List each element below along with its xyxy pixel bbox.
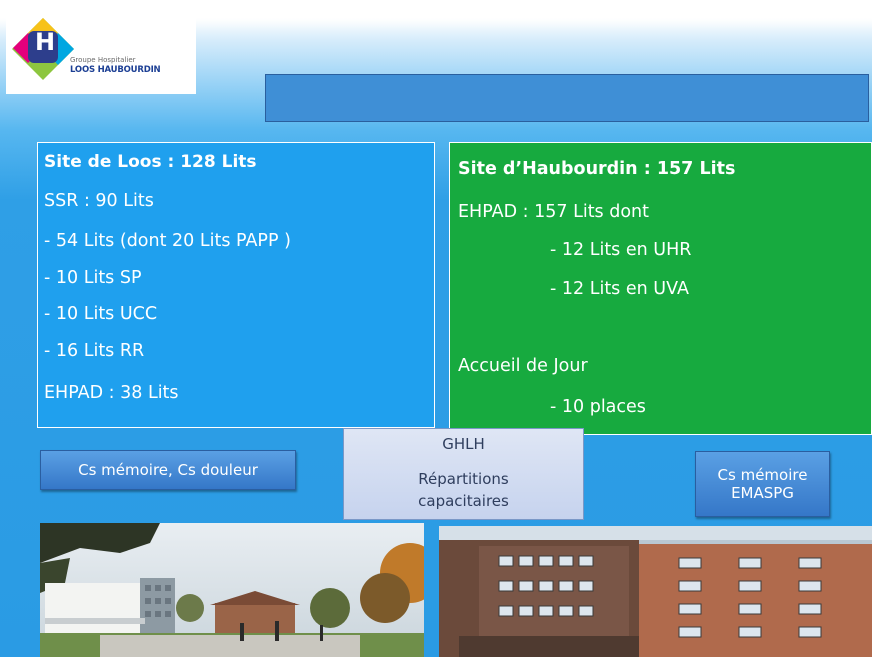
haubourdin-site-panel: Site d’Haubourdin : 157 Lits EHPAD : 157… [449, 142, 872, 435]
haubourdin-line: - 10 places [550, 397, 646, 417]
hospital-logo: H Groupe Hospitalier LOOS HAUBOURDIN [6, 16, 196, 94]
ghlh-label: GHLH [442, 435, 485, 453]
capacitaires-label: capacitaires [418, 492, 509, 510]
logo-letter: H [34, 28, 56, 56]
loos-line: - 54 Lits (dont 20 Lits PAPP ) [44, 231, 291, 251]
loos-heading: Site de Loos : 128 Lits [44, 152, 257, 172]
emaspg-label: EMASPG [731, 484, 794, 502]
repartitions-label: Répartitions [418, 470, 509, 488]
logo-name: LOOS HAUBOURDIN [70, 65, 161, 75]
title-box [265, 74, 869, 122]
logo-subtitle: Groupe Hospitalier [70, 56, 136, 64]
loos-line: - 10 Lits SP [44, 268, 142, 288]
ghlh-summary-box: GHLH Répartitions capacitaires [343, 428, 584, 520]
haubourdin-line: - 12 Lits en UVA [550, 279, 689, 299]
haubourdin-heading: Site d’Haubourdin : 157 Lits [458, 159, 736, 179]
loos-line: - 10 Lits UCC [44, 304, 158, 324]
loos-line: - 16 Lits RR [44, 341, 145, 361]
cs-memoire-emaspg-button[interactable]: Cs mémoire EMASPG [695, 451, 830, 517]
cs-memoire-label: Cs mémoire [717, 466, 808, 484]
loos-site-panel: Site de Loos : 128 Lits SSR : 90 Lits - … [37, 142, 435, 428]
haubourdin-line: EHPAD : 157 Lits dont [458, 202, 650, 222]
haubourdin-line: - 12 Lits en UHR [550, 240, 692, 260]
haubourdin-site-photo [439, 526, 872, 657]
loos-line: SSR : 90 Lits [44, 191, 154, 211]
cs-memoire-douleur-button[interactable]: Cs mémoire, Cs douleur [40, 450, 296, 490]
loos-line: EHPAD : 38 Lits [44, 383, 179, 403]
haubourdin-line: Accueil de Jour [458, 356, 588, 376]
cs-memoire-douleur-label: Cs mémoire, Cs douleur [78, 461, 258, 479]
loos-site-photo [40, 523, 424, 657]
